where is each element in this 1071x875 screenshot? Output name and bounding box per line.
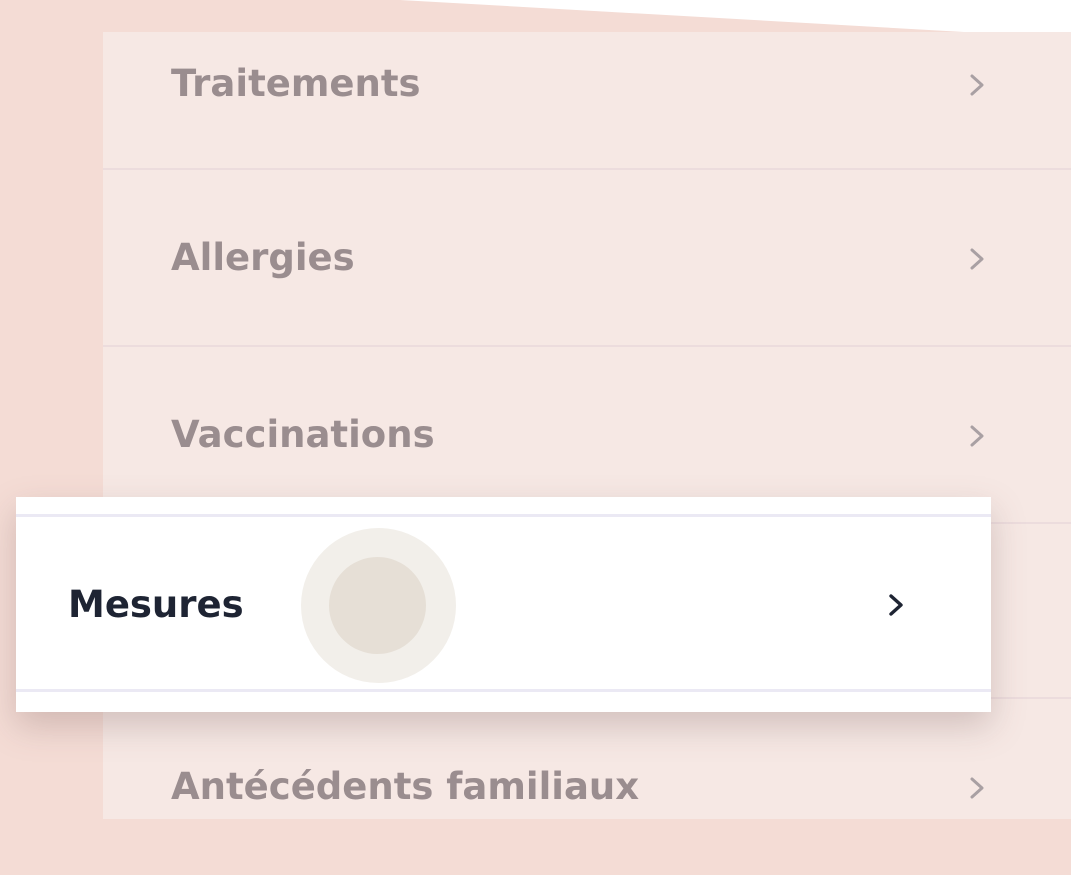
- chevron-right-icon: [965, 70, 989, 100]
- touch-indicator-inner: [329, 557, 426, 654]
- chevron-right-icon: [965, 244, 989, 274]
- chevron-right-icon: [965, 773, 989, 803]
- active-row-top-line: [16, 514, 991, 517]
- menu-item-label: Allergies: [171, 236, 355, 279]
- menu-item-label: Vaccinations: [171, 413, 435, 456]
- menu-item-label: Traitements: [171, 62, 421, 105]
- menu-item-label-active: Mesures: [68, 583, 244, 626]
- menu-item-antecedents-familiaux[interactable]: Antécédents familiaux: [103, 699, 1071, 875]
- chevron-right-icon: [884, 590, 908, 620]
- menu-item-allergies[interactable]: Allergies: [103, 170, 1071, 346]
- chevron-right-icon: [965, 421, 989, 451]
- menu-item-label: Antécédents familiaux: [171, 765, 640, 808]
- active-row-bottom-line: [16, 689, 991, 692]
